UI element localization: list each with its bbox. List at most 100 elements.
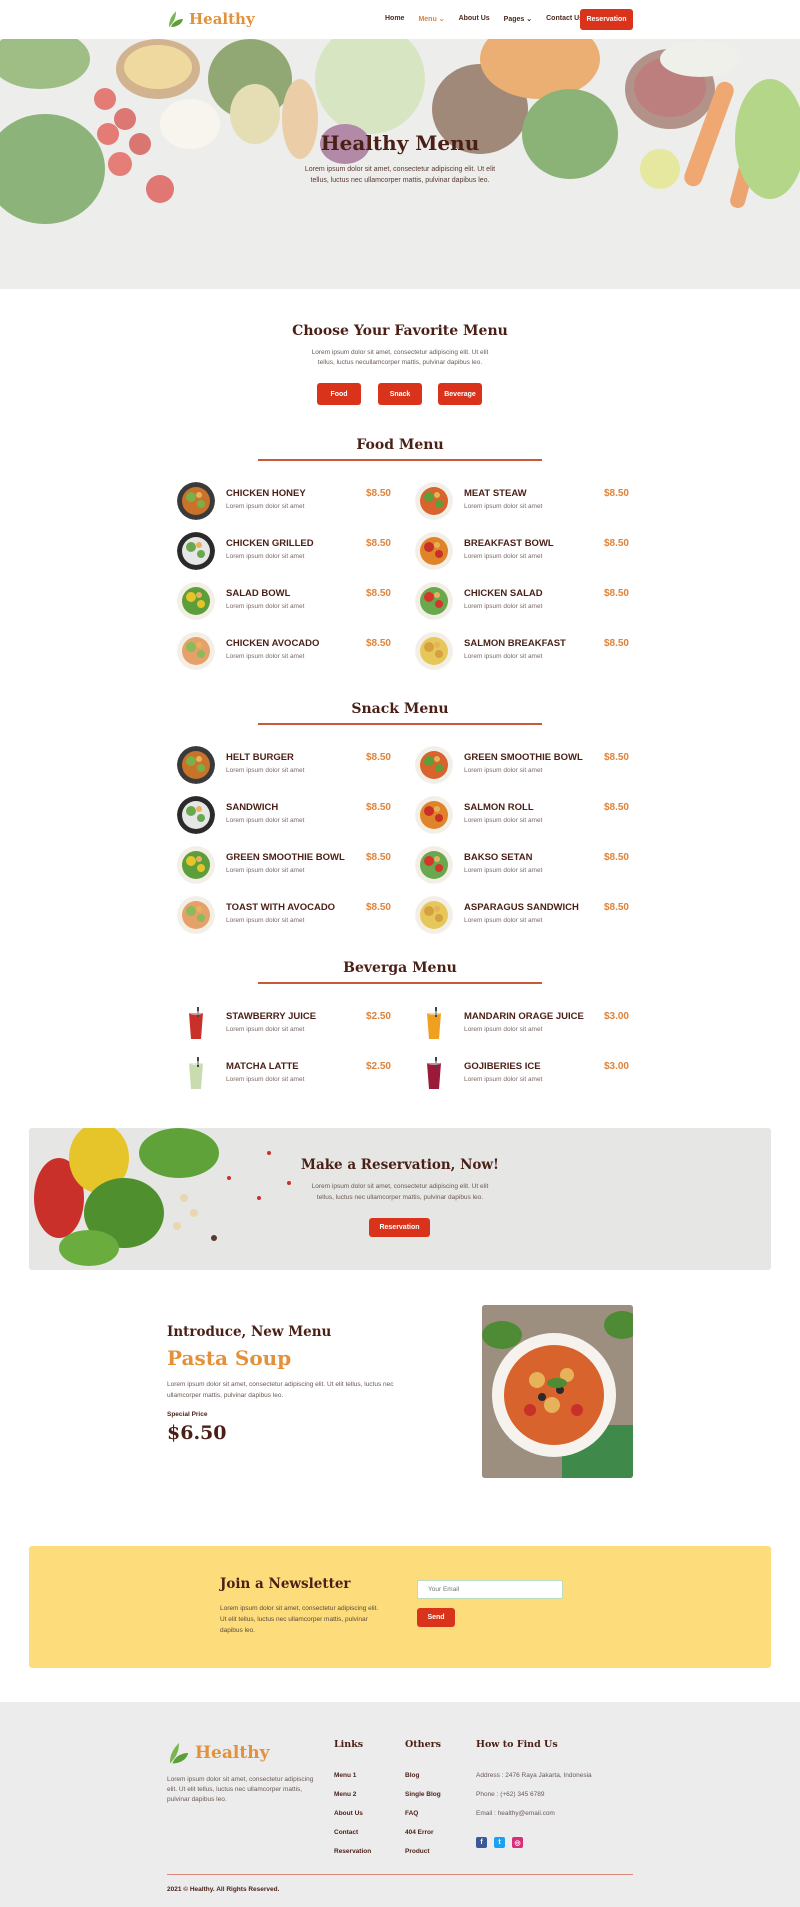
reservation-cta-button[interactable]: Reservation	[369, 1218, 430, 1237]
food-menu-item-image	[415, 632, 453, 670]
snack-menu-item-image	[415, 746, 453, 784]
copyright: 2021 © Healthy. All Rights Reserved.	[167, 1886, 280, 1893]
food-menu-item[interactable]: CHICKEN GRILLED Lorem ipsum dolor sit ame…	[167, 532, 391, 572]
food-menu-item-price: $8.50	[365, 638, 391, 649]
food-menu-item-name: CHICKEN AVOCADO	[226, 638, 320, 649]
nav-menu: Home Menu ⌄ About Us Pages ⌄ Contact Us	[385, 15, 583, 23]
footer-link-faq[interactable]: FAQ	[405, 1810, 418, 1817]
food-menu-item[interactable]: SALAD BOWL Lorem ipsum dolor sit amet $8.5…	[167, 582, 391, 622]
food-menu-item[interactable]: CHICKEN HONEY Lorem ipsum dolor sit amet $…	[167, 482, 391, 522]
food-menu-item-price: $8.50	[365, 488, 391, 499]
food-menu-item-name: SALMON BREAKFAST	[464, 638, 566, 649]
footer-address: Address : 2476 Raya Jakarta, Indonesia	[476, 1772, 592, 1779]
food-menu-item[interactable]: BREAKFAST BOWL Lorem ipsum dolor sit amet…	[405, 532, 629, 572]
leaf-logo-icon	[169, 11, 183, 27]
food-filter-button[interactable]: Food	[317, 383, 361, 405]
snack-menu-item-price: $8.50	[603, 802, 629, 813]
nav-contact[interactable]: Contact Us	[546, 15, 583, 23]
chevron-down-icon: ⌄	[438, 16, 445, 23]
beverage-menu-item-name: GOJIBERIES ICE	[464, 1061, 541, 1072]
food-menu-item-image	[415, 482, 453, 520]
snack-menu-item-image	[415, 896, 453, 934]
food-menu-item-price: $8.50	[603, 638, 629, 649]
snack-menu-item-name: SANDWICH	[226, 802, 279, 813]
footer-link-product[interactable]: Product	[405, 1848, 430, 1855]
snack-menu-item-price: $8.50	[603, 902, 629, 913]
reservation-title: Make a Reservation, Now!	[301, 1157, 499, 1173]
snack-filter-button[interactable]: Snack	[378, 383, 422, 405]
beverage-menu-item[interactable]: GOJIBERIES ICE Lorem ipsum dolor sit amet…	[405, 1055, 629, 1095]
newsletter-email-input[interactable]	[417, 1580, 563, 1599]
food-menu-item-price: $8.50	[603, 588, 629, 599]
footer-link-404[interactable]: 404 Error	[405, 1829, 434, 1836]
snack-menu-item[interactable]: GREEN SMOOTHIE BOWL Lorem ipsum dolor sit…	[167, 846, 391, 886]
footer-description: Lorem ipsum dolor sit amet, consectetur …	[167, 1776, 314, 1803]
footer-link-blog[interactable]: Blog	[405, 1772, 419, 1779]
snack-menu-item-price: $8.50	[603, 752, 629, 763]
newsletter-description: Lorem ipsum dolor sit amet, consectetur …	[220, 1605, 379, 1634]
snack-menu-item[interactable]: TOAST WITH AVOCADO Lorem ipsum dolor sit …	[167, 896, 391, 936]
snack-menu-item-image	[415, 846, 453, 884]
newsletter-send-button[interactable]: Send	[417, 1608, 455, 1627]
snack-menu-item-image	[177, 746, 215, 784]
twitter-icon[interactable]: t	[494, 1837, 505, 1848]
food-menu-item[interactable]: CHICKEN SALAD Lorem ipsum dolor sit amet $…	[405, 582, 629, 622]
food-menu-item-image	[177, 632, 215, 670]
food-menu-item[interactable]: MEAT STEAW Lorem ipsum dolor sit amet $8.5…	[405, 482, 629, 522]
snack-menu-item-description: Lorem ipsum dolor sit amet	[464, 767, 543, 774]
beverage-menu-item[interactable]: MANDARIN ORAGE JUICE Lorem ipsum dolor si…	[405, 1005, 629, 1045]
snack-menu-item[interactable]: SANDWICH Lorem ipsum dolor sit amet $8.50	[167, 796, 391, 836]
food-menu-item[interactable]: SALMON BREAKFAST Lorem ipsum dolor sit am…	[405, 632, 629, 672]
footer-link-single-blog[interactable]: Single Blog	[405, 1791, 441, 1798]
snack-menu-title: Snack Menu	[351, 701, 449, 717]
snack-menu-item[interactable]: HELT BURGER Lorem ipsum dolor sit amet $8.…	[167, 746, 391, 786]
snack-menu-item[interactable]: GREEN SMOOTHIE BOWL Lorem ipsum dolor sit…	[405, 746, 629, 786]
reservation-banner: Make a Reservation, Now! Lorem ipsum dol…	[29, 1128, 771, 1270]
footer-link-contact[interactable]: Contact	[334, 1829, 358, 1836]
snack-menu-item[interactable]: SALMON ROLL Lorem ipsum dolor sit amet $8.…	[405, 796, 629, 836]
snack-menu-item[interactable]: ASPARAGUS SANDWICH Lorem ipsum dolor sit …	[405, 896, 629, 936]
snack-menu-item-name: GREEN SMOOTHIE BOWL	[226, 852, 345, 863]
footer-logo[interactable]: Healthy	[167, 1740, 269, 1766]
brand-logo[interactable]: Healthy	[167, 9, 255, 29]
snack-menu-item-name: HELT BURGER	[226, 752, 294, 763]
new-menu-label: Introduce, New Menu	[167, 1324, 332, 1340]
snack-menu-item-name: ASPARAGUS SANDWICH	[464, 902, 579, 913]
snack-menu-item[interactable]: BAKSO SETAN Lorem ipsum dolor sit amet $8.…	[405, 846, 629, 886]
chevron-down-icon: ⌄	[526, 16, 533, 23]
footer-others-title: Others	[405, 1739, 441, 1750]
snack-menu-item-description: Lorem ipsum dolor sit amet	[226, 767, 305, 774]
footer-link-menu1[interactable]: Menu 1	[334, 1772, 356, 1779]
food-menu-item-name: SALAD BOWL	[226, 588, 291, 599]
snack-menu-item-price: $8.50	[603, 852, 629, 863]
beverage-filter-button[interactable]: Beverage	[438, 383, 482, 405]
beverage-menu-item[interactable]: MATCHA LATTE Lorem ipsum dolor sit amet $2…	[167, 1055, 391, 1095]
nav-menu-dropdown[interactable]: Menu ⌄	[418, 15, 444, 23]
food-menu-item-description: Lorem ipsum dolor sit amet	[226, 553, 305, 560]
nav-menu-label: Menu	[418, 16, 437, 23]
new-menu-description: Lorem ipsum dolor sit amet, consectetur …	[167, 1381, 394, 1399]
nav-home[interactable]: Home	[385, 15, 404, 23]
food-menu-title: Food Menu	[356, 437, 444, 453]
footer-brand-name: Healthy	[195, 1743, 270, 1763]
nav-about[interactable]: About Us	[459, 15, 490, 23]
hero-subtitle: Lorem ipsum dolor sit amet, consectetur …	[304, 166, 496, 184]
beverage-menu-divider	[258, 982, 542, 984]
footer-link-menu2[interactable]: Menu 2	[334, 1791, 356, 1798]
beverage-menu-item-image	[415, 1055, 453, 1093]
brand-name: Healthy	[189, 10, 255, 28]
beverage-menu-item[interactable]: STAWBERRY JUICE Lorem ipsum dolor sit ame…	[167, 1005, 391, 1045]
footer-links-title: Links	[334, 1739, 364, 1750]
footer-link-reservation[interactable]: Reservation	[334, 1848, 371, 1855]
reservation-button[interactable]: Reservation	[580, 9, 633, 30]
beverage-menu-item-description: Lorem ipsum dolor sit amet	[464, 1026, 543, 1033]
food-menu-item[interactable]: CHICKEN AVOCADO Lorem ipsum dolor sit ame…	[167, 632, 391, 672]
food-menu-item-image	[177, 532, 215, 570]
facebook-icon[interactable]: f	[476, 1837, 487, 1848]
footer-link-about[interactable]: About Us	[334, 1810, 363, 1817]
nav-pages-dropdown[interactable]: Pages ⌄	[504, 15, 532, 23]
food-menu-item-description: Lorem ipsum dolor sit amet	[226, 653, 305, 660]
beverage-menu-title: Beverga Menu	[343, 960, 457, 976]
instagram-icon[interactable]: ◎	[512, 1837, 523, 1848]
choose-menu-subtitle: Lorem ipsum dolor sit amet, consectetur …	[311, 349, 489, 366]
